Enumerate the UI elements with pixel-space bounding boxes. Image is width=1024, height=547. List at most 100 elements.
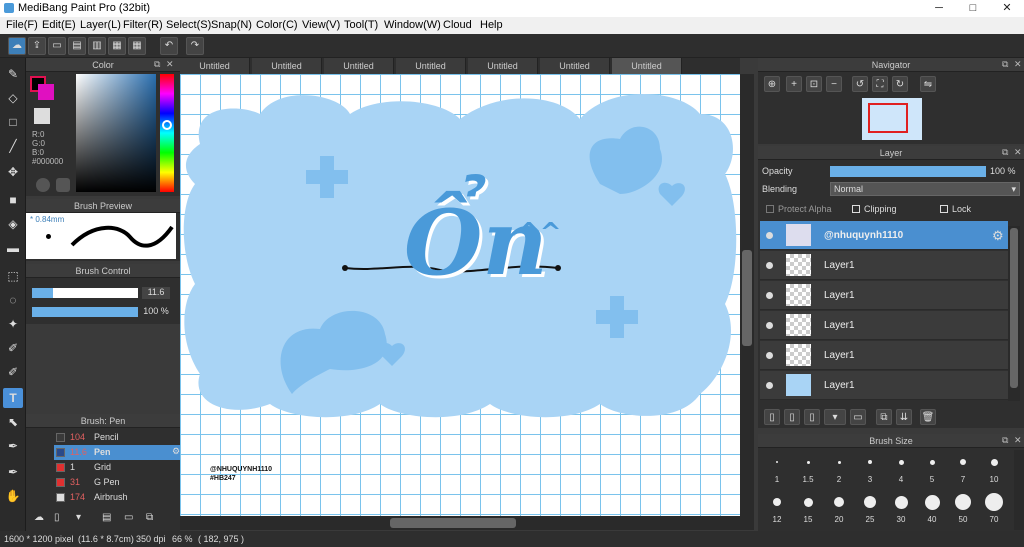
hand-tool-icon[interactable]: ✋ bbox=[3, 486, 23, 506]
menu-snap[interactable]: Snap(N) bbox=[211, 19, 252, 31]
move-tool-icon[interactable]: ✥ bbox=[3, 162, 23, 182]
visibility-eye-icon[interactable] bbox=[766, 322, 773, 329]
layer-row[interactable]: Layer1 bbox=[760, 311, 1008, 340]
visibility-eye-icon[interactable] bbox=[766, 232, 773, 239]
new-brush-icon[interactable]: ▯ bbox=[54, 512, 60, 523]
visibility-eye-icon[interactable] bbox=[766, 352, 773, 359]
brush-item-grid[interactable]: 1 Grid bbox=[54, 460, 184, 475]
brush-item-airbrush[interactable]: 174 Airbrush bbox=[54, 490, 184, 505]
brush-size-option[interactable]: 3 bbox=[855, 450, 885, 488]
layer-settings-gear-icon[interactable]: ⚙ bbox=[992, 228, 1004, 244]
upload-icon[interactable]: ⇪ bbox=[28, 37, 46, 55]
brush-item-pen[interactable]: 11.6 Pen ⚙ bbox=[54, 445, 184, 460]
brush-size-option[interactable]: 1.5 bbox=[793, 450, 823, 488]
visibility-eye-icon[interactable] bbox=[766, 292, 773, 299]
tab-untitled-3[interactable]: Untitled bbox=[324, 58, 394, 74]
zoom-in-icon[interactable]: + bbox=[786, 76, 802, 92]
brush-size-scrollbar[interactable] bbox=[1014, 450, 1024, 530]
color-history-icon[interactable] bbox=[56, 178, 70, 192]
transparent-swatch[interactable] bbox=[34, 108, 50, 124]
brush-size-option[interactable]: 12 bbox=[762, 490, 792, 528]
line-tool-icon[interactable]: ╱ bbox=[3, 136, 23, 156]
layer-row[interactable]: Layer1 bbox=[760, 251, 1008, 280]
brush-size-option[interactable]: 1 bbox=[762, 450, 792, 488]
zoom-out-icon[interactable]: − bbox=[826, 76, 842, 92]
gradient-tool-icon[interactable]: ▬ bbox=[3, 238, 23, 258]
close-panel-icon[interactable]: ✕ bbox=[1014, 59, 1022, 70]
rotate-right-icon[interactable]: ↻ bbox=[892, 76, 908, 92]
brush-size-option[interactable]: 4 bbox=[886, 450, 916, 488]
chat-icon[interactable]: ▤ bbox=[68, 37, 86, 55]
brush-size-option[interactable]: 25 bbox=[855, 490, 885, 528]
brush-tool-icon[interactable]: ✎ bbox=[3, 64, 23, 84]
redo-icon[interactable]: ↷ bbox=[186, 37, 204, 55]
brush-size-option[interactable]: 40 bbox=[917, 490, 947, 528]
fill-rect-tool-icon[interactable]: ■ bbox=[3, 190, 23, 210]
eyedropper-icon[interactable]: ✒ bbox=[3, 436, 23, 456]
layer-scroll-thumb[interactable] bbox=[1010, 228, 1018, 388]
merge-layer-icon[interactable]: ⇊ bbox=[896, 409, 912, 425]
blending-select[interactable]: Normal ▾ bbox=[830, 182, 1020, 196]
duplicate-icon[interactable]: ⧉ bbox=[146, 512, 153, 523]
select-pen-icon[interactable]: ✐ bbox=[3, 338, 23, 358]
folder-icon[interactable]: ▭ bbox=[124, 512, 133, 523]
brush-item-pencil[interactable]: 104 Pencil bbox=[54, 430, 184, 445]
add-layer-dropdown-icon[interactable]: ▾ bbox=[824, 409, 846, 425]
close-panel-icon[interactable]: ✕ bbox=[1014, 435, 1022, 446]
secondary-color-swatch[interactable] bbox=[38, 84, 54, 100]
brush-opacity-value[interactable]: 100 % bbox=[142, 306, 170, 318]
menu-help[interactable]: Help bbox=[480, 19, 503, 31]
new-layer-icon[interactable]: ▯ bbox=[764, 409, 780, 425]
layer-row[interactable]: @nhuquynh1110 ⚙ bbox=[760, 221, 1008, 250]
tab-untitled-4[interactable]: Untitled bbox=[396, 58, 466, 74]
clipping-checkbox[interactable] bbox=[852, 205, 860, 213]
operation-tool-icon[interactable]: ⬉ bbox=[3, 412, 23, 432]
hue-handle[interactable] bbox=[162, 120, 172, 130]
brush-size-option[interactable]: 5 bbox=[917, 450, 947, 488]
select-rect-icon[interactable]: ⬚ bbox=[3, 266, 23, 286]
tab-untitled-6[interactable]: Untitled bbox=[540, 58, 610, 74]
tab-untitled-1[interactable]: Untitled bbox=[180, 58, 250, 74]
document-icon[interactable]: ▥ bbox=[88, 37, 106, 55]
horizontal-scroll-thumb[interactable] bbox=[390, 518, 516, 528]
brush-size-option[interactable]: 7 bbox=[948, 450, 978, 488]
brush-size-option[interactable]: 2 bbox=[824, 450, 854, 488]
brush-size-option[interactable]: 30 bbox=[886, 490, 916, 528]
tab-untitled-7[interactable]: Untitled bbox=[612, 58, 682, 74]
protect-alpha-checkbox[interactable] bbox=[766, 205, 774, 213]
layer-list-scrollbar[interactable] bbox=[1008, 226, 1020, 401]
lasso-icon[interactable]: ◌ bbox=[3, 290, 23, 310]
brush-size-option[interactable]: 10 bbox=[979, 450, 1009, 488]
list-icon[interactable]: ▦ bbox=[108, 37, 126, 55]
menu-view[interactable]: View(V) bbox=[302, 19, 340, 31]
brush-size-option[interactable]: 15 bbox=[793, 490, 823, 528]
text-tool-icon[interactable]: T bbox=[3, 388, 23, 408]
brush-size-option[interactable]: 20 bbox=[824, 490, 854, 528]
flip-icon[interactable]: ⇋ bbox=[920, 76, 936, 92]
eraser-tool-icon[interactable]: ◇ bbox=[3, 88, 23, 108]
minimize-button[interactable]: ─ bbox=[922, 0, 956, 17]
close-panel-icon[interactable]: ✕ bbox=[166, 59, 174, 70]
undock-icon[interactable]: ⧉ bbox=[154, 59, 160, 70]
navigator-viewport[interactable] bbox=[868, 103, 908, 133]
layer-row[interactable]: Layer1 bbox=[760, 371, 1008, 400]
close-button[interactable]: ✕ bbox=[990, 0, 1024, 17]
navigator-thumbnail[interactable] bbox=[862, 98, 922, 140]
copy-brush-icon[interactable]: ▤ bbox=[102, 512, 111, 523]
bucket-tool-icon[interactable]: ◈ bbox=[3, 214, 23, 234]
layer-opacity-slider[interactable] bbox=[830, 166, 986, 177]
undock-icon[interactable]: ⧉ bbox=[1002, 59, 1008, 70]
menu-filter[interactable]: Filter(R) bbox=[123, 19, 163, 31]
zoom-fit-icon[interactable]: ⊕ bbox=[764, 76, 780, 92]
grid-icon[interactable]: ▦ bbox=[128, 37, 146, 55]
comment-icon[interactable]: ▭ bbox=[48, 37, 66, 55]
undock-icon[interactable]: ⧉ bbox=[1002, 147, 1008, 158]
settings-gear-icon[interactable]: ⚙ bbox=[172, 446, 180, 457]
maximize-button[interactable]: □ bbox=[956, 0, 990, 17]
fit-window-icon[interactable]: ⛶ bbox=[872, 76, 888, 92]
canvas[interactable]: Ổn ^^ @NHUQUYNH1110 #HB247 bbox=[180, 74, 740, 516]
menu-window[interactable]: Window(W) bbox=[384, 19, 441, 31]
shape-tool-icon[interactable]: □ bbox=[3, 112, 23, 132]
rotate-left-icon[interactable]: ↺ bbox=[852, 76, 868, 92]
menu-edit[interactable]: Edit(E) bbox=[42, 19, 76, 31]
